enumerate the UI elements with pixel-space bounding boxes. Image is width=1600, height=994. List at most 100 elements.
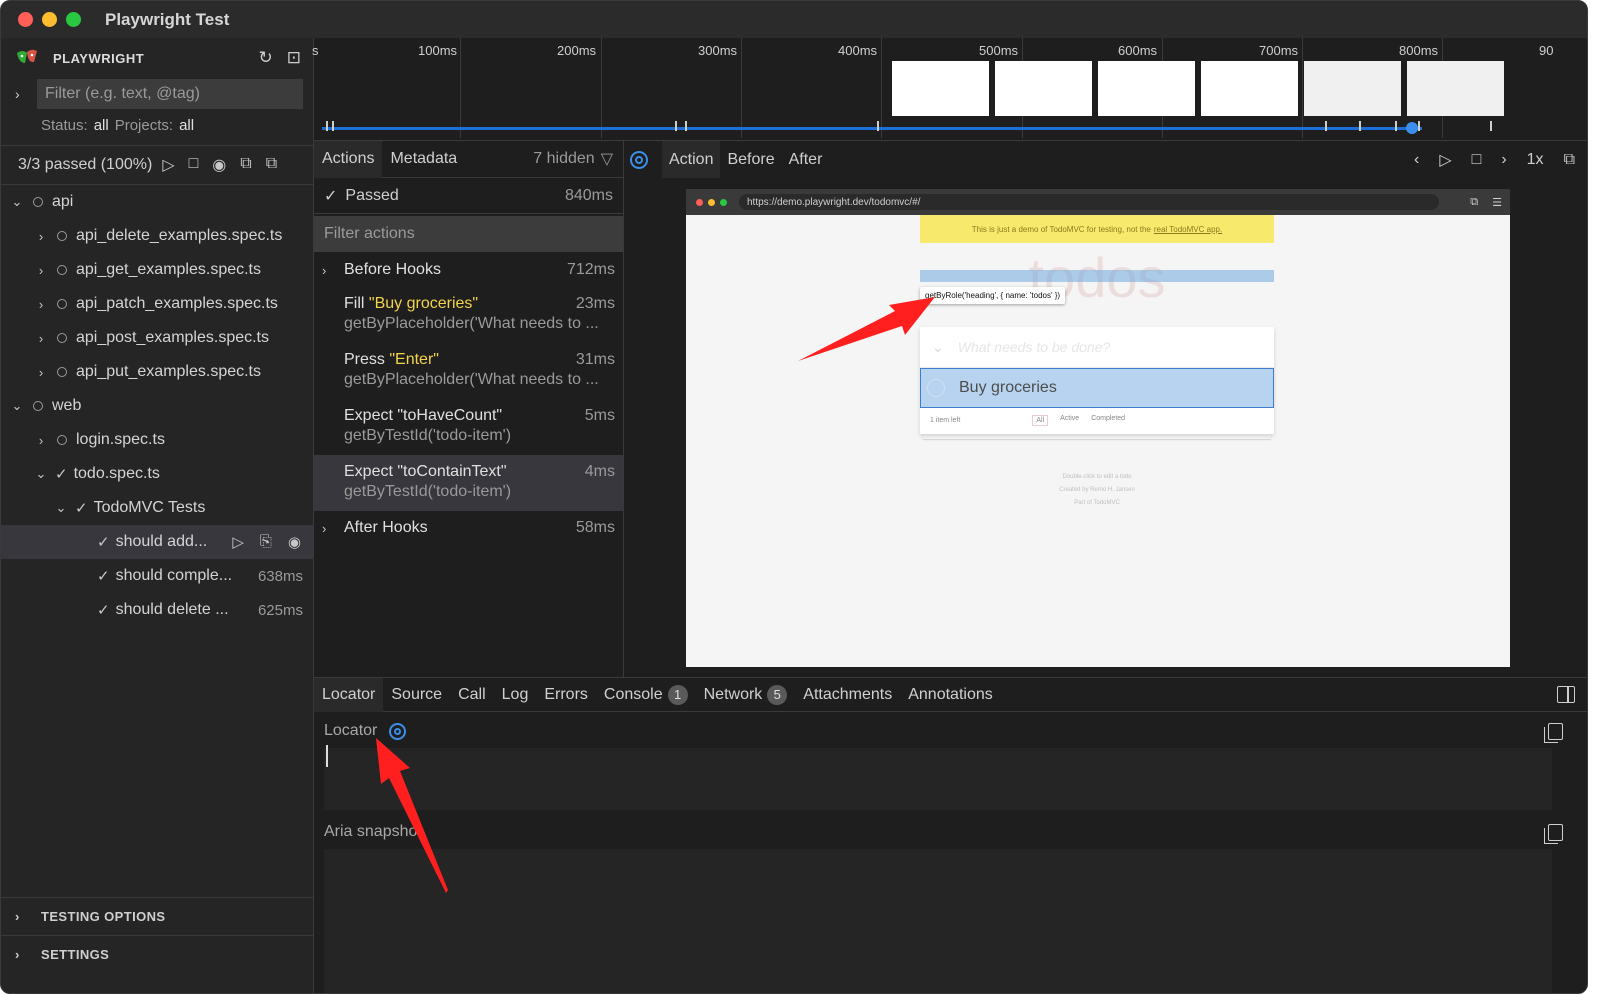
locator-input[interactable] (324, 748, 1552, 810)
screenshot-thumbnail[interactable] (892, 61, 989, 116)
play-icon[interactable]: ▷ (1439, 150, 1451, 170)
action-item[interactable]: Press "Enter" 31ms getByPlaceholder('What… (314, 343, 623, 399)
status-circle-icon (33, 197, 43, 207)
menu-icon[interactable]: ☰ (1492, 196, 1502, 209)
minimize-window-button[interactable] (42, 12, 57, 27)
status-circle-icon (57, 265, 67, 275)
locator-label: Locator (324, 722, 378, 739)
screenshot-thumbnail[interactable] (1098, 61, 1195, 116)
tab-network[interactable]: Network 5 (696, 678, 796, 712)
check-icon: ✓ (75, 500, 88, 517)
banner-link[interactable]: real TodoMVC app. (1154, 225, 1222, 234)
testing-options-section[interactable]: › TESTING OPTIONS (1, 897, 313, 935)
tab-actions[interactable]: Actions (314, 140, 383, 178)
window-title: Playwright Test (105, 9, 230, 29)
chevron-right-icon[interactable]: › (1501, 151, 1506, 169)
action-item[interactable]: Expect "toHaveCount" 5ms getByTestId('tod… (314, 399, 623, 455)
copy-icon[interactable]: ⧉ (1470, 196, 1478, 209)
projects-value[interactable]: all (179, 117, 194, 134)
tree-test-selected[interactable]: ✓ should add... ▷ ⎘ ◉ (1, 525, 313, 559)
action-item-selected[interactable]: Expect "toContainText" 4ms getByTestId('t… (314, 455, 623, 511)
locator-section-header: Locator (314, 714, 1587, 748)
tree-file[interactable]: › api_post_examples.spec.ts (1, 321, 313, 355)
tree-test[interactable]: ✓ should delete ... 625ms (1, 593, 313, 627)
settings-section[interactable]: › SETTINGS (1, 935, 313, 973)
toggle-layout-icon[interactable] (1557, 686, 1575, 703)
tab-metadata[interactable]: Metadata (382, 141, 465, 178)
chevron-right-icon: › (15, 909, 20, 924)
watch-test-icon[interactable]: ◉ (288, 533, 301, 551)
screenshot-thumbnail[interactable] (1304, 61, 1401, 116)
stop-icon[interactable]: □ (1472, 151, 1482, 169)
tab-source[interactable]: Source (383, 678, 450, 712)
run-test-icon[interactable]: ▷ (232, 533, 244, 551)
expand-all-icon[interactable]: ⧉ (266, 155, 277, 175)
tab-console[interactable]: Console 1 (596, 678, 696, 712)
copy-icon[interactable] (1544, 823, 1563, 844)
test-summary-bar: 3/3 passed (100%) ▷ □ ◉ ⧉ ⧉ (1, 145, 313, 185)
terminal-icon[interactable]: ⊡ (287, 48, 301, 68)
playback-speed[interactable]: 1x (1527, 151, 1544, 169)
tab-before[interactable]: Before (720, 141, 781, 178)
tab-locator[interactable]: Locator (314, 677, 384, 712)
tree-file[interactable]: › api_get_examples.spec.ts (1, 253, 313, 287)
timeline-marker (1395, 121, 1397, 131)
todo-footer: 1 item left All Active Completed (920, 408, 1274, 432)
tab-attachments[interactable]: Attachments (795, 678, 900, 712)
tab-call[interactable]: Call (450, 678, 494, 712)
todo-toggle[interactable] (927, 379, 945, 397)
filter-actions-input[interactable] (314, 216, 623, 252)
tab-annotations[interactable]: Annotations (900, 678, 1001, 712)
pick-locator-icon[interactable] (389, 722, 407, 740)
tab-log[interactable]: Log (494, 678, 537, 712)
tree-folder-api[interactable]: ⌄ api (1, 185, 313, 219)
screenshot-thumbnail[interactable] (995, 61, 1092, 116)
projects-label: Projects: (114, 116, 174, 134)
open-source-icon[interactable]: ⎘ (260, 533, 272, 551)
timeline-cursor[interactable] (1406, 122, 1418, 134)
filter-all[interactable]: All (1032, 414, 1049, 426)
toggle-all-icon[interactable]: ⌄ (932, 339, 944, 356)
new-todo-input[interactable]: ⌄ What needs to be done? (920, 327, 1274, 368)
snapshot-browser[interactable]: https://demo.playwright.dev/todomvc/#/ ⧉… (686, 189, 1510, 667)
test-filter-input[interactable] (37, 79, 303, 109)
tree-suite[interactable]: ⌄ ✓ TodoMVC Tests (1, 491, 313, 525)
tree-file[interactable]: › api_delete_examples.spec.ts (1, 219, 313, 253)
tree-file-todo[interactable]: ⌄ ✓ todo.spec.ts (1, 457, 313, 491)
close-window-button[interactable] (18, 12, 33, 27)
tab-errors[interactable]: Errors (536, 678, 596, 712)
tree-file[interactable]: › api_put_examples.spec.ts (1, 355, 313, 389)
watch-icon[interactable]: ◉ (212, 155, 226, 175)
collapse-all-icon[interactable]: ⧉ (240, 155, 251, 175)
reload-icon[interactable]: ↻ (259, 48, 273, 68)
tree-test[interactable]: ✓ should comple... 638ms (1, 559, 313, 593)
maximize-window-button[interactable] (66, 12, 81, 27)
todo-item[interactable]: Buy groceries (920, 368, 1274, 408)
tab-action[interactable]: Action (662, 141, 721, 178)
tree-file[interactable]: › api_patch_examples.spec.ts (1, 287, 313, 321)
status-circle-icon (57, 367, 67, 377)
open-external-icon[interactable]: ⧉ (1564, 151, 1575, 169)
after-hooks-item[interactable]: › After Hooks 58ms (314, 511, 623, 545)
pick-locator-icon[interactable] (630, 150, 648, 169)
chevron-right-icon[interactable]: › (15, 86, 29, 102)
filter-active[interactable]: Active (1060, 415, 1079, 426)
before-hooks-item[interactable]: › Before Hooks 712ms (314, 253, 623, 287)
status-value[interactable]: all (94, 117, 109, 134)
chevron-left-icon[interactable]: ‹ (1414, 151, 1419, 169)
filter-completed[interactable]: Completed (1091, 415, 1125, 426)
hidden-actions-filter[interactable]: 7 hidden ▽ (533, 149, 613, 169)
timeline-tick: 400ms (838, 43, 878, 58)
aria-snapshot-editor[interactable] (324, 849, 1552, 993)
run-all-icon[interactable]: ▷ (162, 155, 174, 175)
timeline[interactable]: s 100ms 200ms 300ms 400ms 500ms 600ms 70… (312, 38, 1587, 141)
copy-icon[interactable] (1544, 722, 1563, 743)
tab-after[interactable]: After (782, 141, 830, 178)
stop-icon[interactable]: □ (189, 155, 199, 175)
screenshot-thumbnail[interactable] (1201, 61, 1298, 116)
action-item[interactable]: Fill "Buy groceries" 23ms getByPlaceholde… (314, 287, 623, 343)
tree-file[interactable]: › login.spec.ts (1, 423, 313, 457)
screenshot-thumbnail[interactable] (1407, 61, 1504, 116)
status-filter[interactable]: Status: all Projects: all (1, 110, 313, 140)
tree-folder-web[interactable]: ⌄ web (1, 389, 313, 423)
